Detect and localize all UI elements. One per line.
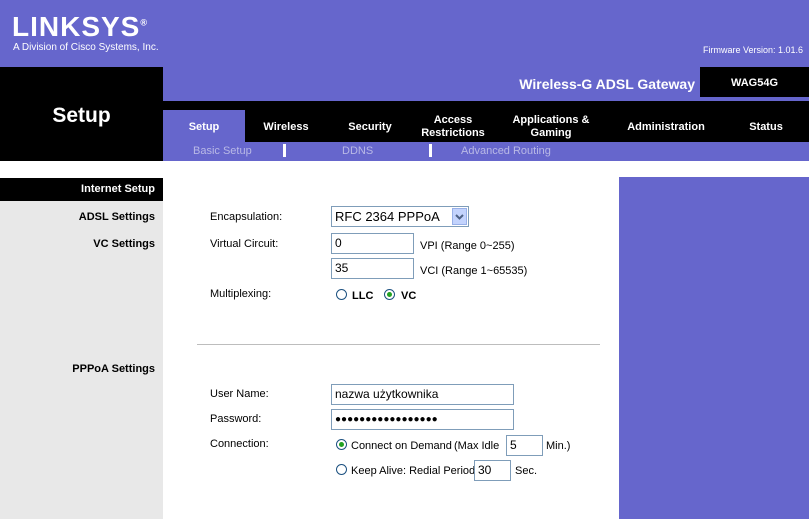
- tab-security[interactable]: Security: [336, 121, 404, 134]
- sec-label: Sec.: [515, 465, 538, 477]
- llc-radio[interactable]: [336, 289, 347, 300]
- vc-label[interactable]: VC: [401, 290, 416, 302]
- tab-applications-gaming[interactable]: Applications & Gaming: [507, 114, 595, 140]
- section-adsl-settings: ADSL Settings: [78, 211, 155, 223]
- multiplexing-label: Multiplexing:: [210, 288, 272, 300]
- logo-subtitle: A Division of Cisco Systems, Inc.: [13, 42, 159, 53]
- subtab-basic-setup[interactable]: Basic Setup: [193, 145, 252, 157]
- tab-status[interactable]: Status: [738, 121, 794, 134]
- encapsulation-select[interactable]: RFC 2364 PPPoA: [331, 206, 469, 227]
- tab-access-restrictions[interactable]: Access Restrictions: [413, 114, 493, 140]
- password-label: Password:: [210, 413, 262, 425]
- page-title: Setup: [52, 104, 111, 127]
- vci-input[interactable]: 35: [331, 258, 414, 279]
- model-name: WAG54G: [730, 77, 779, 89]
- right-panel: [619, 177, 809, 519]
- username-label: User Name:: [210, 388, 269, 400]
- keep-alive-label[interactable]: Keep Alive: Redial Period: [351, 465, 475, 477]
- vpi-input[interactable]: 0: [331, 233, 414, 254]
- tab-setup[interactable]: Setup: [163, 121, 245, 134]
- tab-administration[interactable]: Administration: [616, 121, 716, 134]
- linksys-logo: LINKSYS®: [12, 11, 148, 42]
- username-input[interactable]: nazwa użytkownika: [331, 384, 514, 405]
- virtual-circuit-label: Virtual Circuit:: [210, 238, 279, 250]
- chevron-down-icon[interactable]: [452, 208, 467, 225]
- connect-on-demand-radio[interactable]: [336, 439, 347, 450]
- password-input[interactable]: ●●●●●●●●●●●●●●●●●: [331, 409, 514, 430]
- max-idle-input[interactable]: 5: [506, 435, 543, 456]
- min-label: Min.): [546, 440, 571, 452]
- product-name: Wireless-G ADSL Gateway: [519, 76, 695, 92]
- subtab-ddns[interactable]: DDNS: [342, 145, 373, 157]
- section-pppoa-settings: PPPoA Settings: [72, 363, 155, 375]
- connect-on-demand-label[interactable]: Connect on Demand: [351, 440, 452, 452]
- encapsulation-label: Encapsulation:: [210, 211, 283, 223]
- subtab-separator: [429, 144, 432, 157]
- section-vc-settings: VC Settings: [93, 238, 155, 250]
- right-panel-gap: [619, 161, 809, 177]
- model-underline: [700, 97, 809, 101]
- vci-range-hint: VCI (Range 1~65535): [420, 265, 528, 277]
- firmware-version: Firmware Version: 1.01.6: [702, 45, 803, 55]
- left-sidebar-gap: [0, 161, 163, 178]
- connection-label: Connection:: [210, 438, 269, 450]
- subtab-advanced-routing[interactable]: Advanced Routing: [461, 145, 551, 157]
- subtab-separator: [283, 144, 286, 157]
- max-idle-label: (Max Idle: [454, 440, 500, 452]
- keep-alive-radio[interactable]: [336, 464, 347, 475]
- section-divider: [197, 344, 600, 345]
- vpi-range-hint: VPI (Range 0~255): [420, 240, 515, 252]
- tab-wireless[interactable]: Wireless: [250, 121, 322, 134]
- section-internet-setup: Internet Setup: [81, 183, 155, 195]
- vc-radio[interactable]: [384, 289, 395, 300]
- encapsulation-value: RFC 2364 PPPoA: [335, 209, 440, 224]
- llc-label[interactable]: LLC: [352, 290, 373, 302]
- redial-period-input[interactable]: 30: [474, 460, 511, 481]
